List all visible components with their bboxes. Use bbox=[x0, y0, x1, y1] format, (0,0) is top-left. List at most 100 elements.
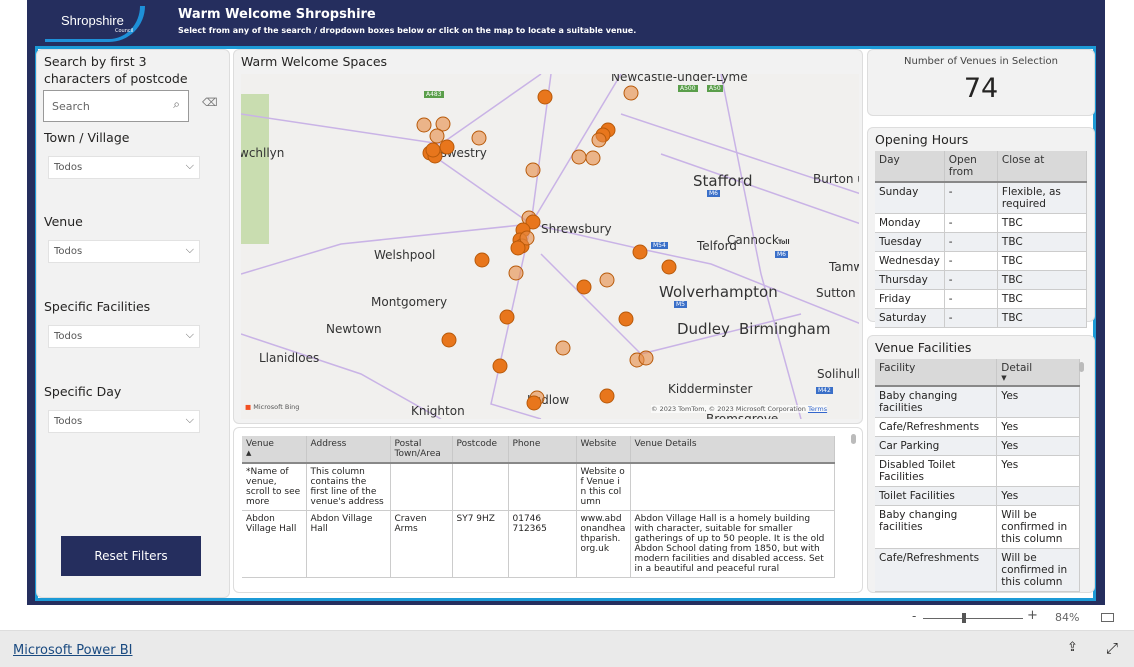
filter-label: Town / Village bbox=[44, 130, 130, 145]
venue-marker[interactable] bbox=[632, 244, 648, 260]
venue-marker[interactable] bbox=[499, 309, 515, 325]
venue-marker[interactable] bbox=[508, 265, 524, 281]
column-header[interactable]: Detail ▼ bbox=[996, 359, 1080, 387]
opening-hours-panel: Opening Hours Day Open from Close at Sunday… bbox=[867, 127, 1095, 328]
fullscreen-icon[interactable]: ⤢ bbox=[1106, 639, 1118, 657]
dropdown-value: Todos bbox=[54, 331, 83, 342]
venue-marker[interactable] bbox=[492, 358, 508, 374]
share-icon[interactable]: ⇪ bbox=[1067, 640, 1078, 655]
map-place-label: Llanidloes bbox=[259, 351, 320, 365]
venue-marker[interactable] bbox=[441, 332, 457, 348]
venue-marker[interactable] bbox=[661, 259, 677, 275]
postcode-search-input[interactable]: Search ⌕ bbox=[43, 90, 189, 122]
count-label: Number of Venues in Selection bbox=[904, 56, 1058, 67]
table-row[interactable]: Friday - TBC bbox=[875, 289, 1088, 309]
filter-dropdown[interactable]: Todos ⌵ bbox=[48, 325, 200, 348]
scrollbar[interactable] bbox=[851, 434, 856, 444]
zoom-in-button[interactable]: + bbox=[1027, 608, 1038, 623]
column-header[interactable]: Phone bbox=[508, 436, 577, 464]
venue-marker[interactable] bbox=[525, 162, 541, 178]
road-shield: M5 bbox=[674, 301, 687, 308]
count-value: 74 bbox=[963, 73, 999, 104]
venue-marker[interactable] bbox=[576, 279, 592, 295]
venue-marker[interactable] bbox=[471, 130, 487, 146]
venue-marker[interactable] bbox=[526, 395, 542, 411]
venue-marker[interactable] bbox=[571, 149, 587, 165]
column-header[interactable]: Website bbox=[576, 436, 631, 464]
terms-link[interactable]: Terms bbox=[808, 405, 827, 413]
column-header[interactable]: Address bbox=[306, 436, 391, 464]
scrollbar[interactable] bbox=[1079, 362, 1084, 372]
table-row[interactable]: Monday - TBC bbox=[875, 213, 1088, 233]
table-cell bbox=[508, 463, 577, 511]
filter-dropdown[interactable]: Todos ⌵ bbox=[48, 410, 200, 433]
venue-marker[interactable] bbox=[585, 150, 601, 166]
search-icon[interactable]: ⌕ bbox=[173, 97, 180, 112]
column-header-text: Address bbox=[310, 439, 347, 449]
venue-table: Venue ▲ Address Postal Town/Area Postcode Pho… bbox=[242, 436, 835, 578]
sort-icon[interactable]: ▲ bbox=[246, 449, 302, 457]
table-row[interactable]: Cafe/Refreshments Yes bbox=[875, 417, 1080, 437]
venue-marker[interactable] bbox=[537, 89, 553, 105]
venue-marker[interactable] bbox=[599, 272, 615, 288]
table-row[interactable]: *Name of venue, scroll to see more This c… bbox=[242, 463, 835, 511]
table-cell: Abdon Village Hall bbox=[306, 510, 391, 578]
table-cell: - bbox=[944, 232, 998, 252]
table-cell: TBC bbox=[997, 289, 1088, 309]
venue-marker[interactable] bbox=[555, 340, 571, 356]
table-row[interactable]: Wednesday - TBC bbox=[875, 251, 1088, 271]
chevron-down-icon: ⌵ bbox=[185, 159, 194, 172]
table-cell: Flexible, as required bbox=[997, 182, 1088, 214]
map-place-label: Wolverhampton bbox=[659, 283, 778, 301]
venue-marker[interactable] bbox=[416, 117, 432, 133]
map-panel: Warm Welcome Spaces Newcastle-under-Lyme… bbox=[233, 49, 863, 424]
column-header[interactable]: Venue Details bbox=[630, 436, 835, 464]
column-header[interactable]: Postal Town/Area bbox=[390, 436, 453, 464]
zoom-slider[interactable] bbox=[923, 613, 1023, 623]
table-row[interactable]: Disabled Toilet Facilities Yes bbox=[875, 455, 1080, 487]
column-header-text: Venue Details bbox=[634, 439, 697, 449]
table-cell: Sunday bbox=[875, 182, 945, 214]
venue-marker[interactable] bbox=[599, 388, 615, 404]
chevron-down-icon: ⌵ bbox=[185, 413, 194, 426]
table-row[interactable]: Tuesday - TBC bbox=[875, 232, 1088, 252]
table-row[interactable]: Car Parking Yes bbox=[875, 436, 1080, 456]
column-header[interactable]: Postcode bbox=[452, 436, 509, 464]
sort-icon[interactable]: ▼ bbox=[1001, 374, 1075, 382]
reset-filters-button[interactable]: Reset Filters bbox=[61, 536, 201, 576]
venue-map[interactable]: Newcastle-under-Lyme Oswestry Stafford Burt… bbox=[241, 74, 859, 419]
venue-marker[interactable] bbox=[425, 142, 441, 158]
column-header[interactable]: Day bbox=[875, 151, 945, 183]
column-header[interactable]: Venue ▲ bbox=[242, 436, 307, 464]
venue-marker[interactable] bbox=[591, 132, 607, 148]
table-row[interactable]: Sunday - Flexible, as required bbox=[875, 182, 1088, 214]
venue-facilities-panel: Venue Facilities Facility Detail ▼ Baby cha… bbox=[867, 335, 1095, 593]
venue-marker[interactable] bbox=[618, 311, 634, 327]
table-row[interactable]: Cafe/Refreshments Will be confirmed in th… bbox=[875, 548, 1080, 592]
map-place-label: Newtown bbox=[326, 322, 382, 336]
column-header[interactable]: Close at bbox=[997, 151, 1088, 183]
venue-marker[interactable] bbox=[623, 85, 639, 101]
opening-hours-title: Opening Hours bbox=[875, 132, 969, 147]
venue-marker[interactable] bbox=[638, 350, 654, 366]
fit-to-page-icon[interactable] bbox=[1101, 613, 1114, 622]
eraser-icon[interactable]: ⌫ bbox=[202, 96, 218, 109]
road-shield: M6 bbox=[707, 190, 720, 197]
filter-label: Venue bbox=[44, 214, 83, 229]
table-row[interactable]: Toilet Facilities Yes bbox=[875, 486, 1080, 506]
table-cell bbox=[390, 463, 453, 511]
table-row[interactable]: Thursday - TBC bbox=[875, 270, 1088, 290]
table-row[interactable]: Baby changing facilities Yes bbox=[875, 386, 1080, 418]
filter-dropdown[interactable]: Todos ⌵ bbox=[48, 156, 200, 179]
venue-marker[interactable] bbox=[510, 240, 526, 256]
column-header[interactable]: Open from bbox=[944, 151, 998, 183]
filter-label: Specific Day bbox=[44, 384, 122, 399]
table-row[interactable]: Baby changing facilities Will be confirme… bbox=[875, 505, 1080, 549]
venue-marker[interactable] bbox=[474, 252, 490, 268]
power-bi-link[interactable]: Microsoft Power BI bbox=[13, 643, 132, 658]
table-row[interactable]: Saturday - TBC bbox=[875, 308, 1088, 328]
column-header[interactable]: Facility bbox=[875, 359, 998, 387]
table-row[interactable]: Abdon Village Hall Abdon Village Hall Crav… bbox=[242, 510, 835, 578]
filter-dropdown[interactable]: Todos ⌵ bbox=[48, 240, 200, 263]
zoom-out-button[interactable]: - bbox=[912, 609, 916, 623]
